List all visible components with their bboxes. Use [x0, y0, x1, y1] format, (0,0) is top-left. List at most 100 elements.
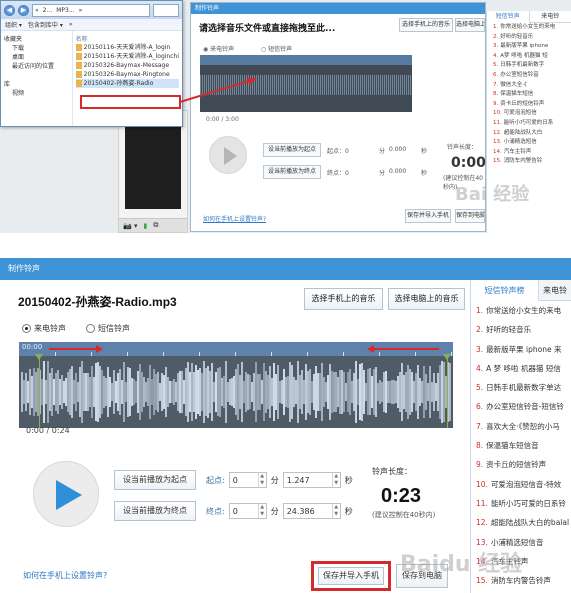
nav-libraries[interactable]: 库	[4, 80, 69, 89]
file-item[interactable]: 20150116-天天爱消除-A_login	[75, 43, 179, 52]
mini-radio-ringtone[interactable]: ◉ 来电铃声	[203, 44, 234, 53]
battery-icon: ▮	[143, 221, 148, 230]
ringtone-list-item[interactable]: 11. 能听小巧可爱的日系铃	[471, 494, 571, 513]
ringtone-list-item[interactable]: 8. 保温猫车短信音	[471, 436, 571, 455]
help-set-ringtone-link[interactable]: 如何在手机上设置铃声?	[23, 570, 107, 581]
start-marker-line[interactable]	[39, 354, 40, 428]
select-pc-music-button[interactable]: 选择电脑上的音乐	[388, 288, 465, 310]
mini-end-sec-unit: 秒	[421, 170, 428, 177]
mini-end-sec-input[interactable]: 0.000	[389, 168, 406, 175]
mini-play-button[interactable]	[209, 136, 247, 174]
unit-sec: 秒	[344, 475, 353, 485]
radio-sms-tone[interactable]: 短信铃声	[86, 323, 130, 334]
screen-copy-icon[interactable]: ⧉	[153, 221, 158, 230]
breadcrumb[interactable]: « 2... MP3... »	[32, 3, 150, 17]
mini-ringtone-item[interactable]: 9. 资卡丘的短信铃声	[487, 100, 571, 110]
camera-icon[interactable]: 📷 ▾	[123, 222, 137, 230]
mini-start-label: 起点：0	[327, 148, 349, 155]
mini-ringtone-item[interactable]: 7. 微信大全·《	[487, 81, 571, 91]
audio-file-icon	[75, 44, 82, 51]
mini-ringtone-item[interactable]: 3. 最新版苹果 iphone	[487, 42, 571, 52]
ringtone-list-item[interactable]: 3. 最新版苹果 iphone 来	[471, 340, 571, 359]
select-phone-music-button[interactable]: 选择手机上的音乐	[304, 288, 383, 310]
nav-recent[interactable]: 最近访问的位置	[4, 62, 69, 71]
mini-set-start-button[interactable]: 设当前播放为起点	[263, 143, 321, 157]
stepper-icon[interactable]: ▲ ▼	[331, 504, 340, 518]
save-to-phone-button[interactable]: 保存并导入手机	[318, 567, 384, 585]
mini-ringtone-item[interactable]: 1. 你常送给小女生的来电	[487, 23, 571, 33]
stepper-icon[interactable]: ▲ ▼	[331, 473, 340, 487]
forward-icon[interactable]: ▶	[18, 4, 29, 16]
back-icon[interactable]: ◀	[4, 4, 15, 16]
mini-ringtone-item[interactable]: 5. 日韩手机最新数字	[487, 61, 571, 71]
end-label: 终点:	[206, 506, 225, 516]
mini-waveform-area[interactable]	[200, 55, 412, 112]
mini-save-to-pc-button[interactable]: 保存到电脑	[455, 209, 485, 223]
mini-ringtone-item[interactable]: 8. 保温猫车短信	[487, 90, 571, 100]
end-marker-line[interactable]	[447, 354, 448, 428]
file-item[interactable]: 20150326-Baymax-Message	[75, 61, 179, 70]
ringtone-list-item[interactable]: 1. 你常送给小女生的来电	[471, 301, 571, 320]
end-marker-handle[interactable]	[443, 354, 451, 360]
play-button[interactable]	[33, 461, 99, 527]
mini-set-end-button[interactable]: 设当前播放为终点	[263, 165, 321, 179]
mini-radio-sms[interactable]: ○ 短信铃声	[261, 44, 292, 53]
end-min-input[interactable]: 0 ▲ ▼	[228, 503, 267, 519]
nav-favorites[interactable]: 收藏夹	[4, 35, 69, 44]
mini-ringtone-item[interactable]: 11. 能听小巧可爱的日系	[487, 119, 571, 129]
file-item[interactable]: 20150326-Baymax-Ringtone	[75, 70, 179, 79]
stepper-icon[interactable]: ▲ ▼	[257, 504, 266, 518]
mini-ringtone-item[interactable]: 2. 好听的轻音乐	[487, 33, 571, 43]
ringtone-list-item[interactable]: 2. 好听的轻音乐	[471, 320, 571, 339]
mini-end-label: 终点：0	[327, 170, 349, 177]
radio-ringtone[interactable]: 来电铃声	[22, 323, 66, 334]
ringtone-list-item[interactable]: 7. 喜欢大全·《赞恕的小马	[471, 417, 571, 436]
radio-unchecked-icon	[86, 324, 95, 333]
mini-ringtone-item[interactable]: 15. 消防车内警告铃	[487, 157, 571, 167]
tab-sms-chart[interactable]: 短信铃声榜	[471, 280, 539, 301]
mini-tab-call[interactable]: 来电铃	[529, 11, 571, 23]
mini-start-sec-input[interactable]: 0.000	[389, 146, 406, 153]
mini-ringtone-item[interactable]: 10. 可爱泡泡短信	[487, 109, 571, 119]
ringtone-list-item[interactable]: 9. 资卡丘的短信铃声	[471, 455, 571, 474]
ringtone-list-item[interactable]: 5. 日韩手机最新数字单达	[471, 378, 571, 397]
stepper-icon[interactable]: ▲ ▼	[257, 473, 266, 487]
ringtone-list-item[interactable]: 10. 可爱泡泡短信音-特效	[471, 475, 571, 494]
explorer-search-input[interactable]	[153, 3, 179, 17]
mini-ringtone-item[interactable]: 13. 小浦精选短信	[487, 138, 571, 148]
start-point-row: 设当前播放为起点 起点: 0 ▲ ▼ 分 1.247 ▲ ▼ 秒	[114, 470, 353, 490]
nav-videos[interactable]: 视频	[4, 89, 69, 98]
nav-downloads[interactable]: 下载	[4, 44, 69, 53]
column-header-name[interactable]: 名称	[76, 34, 179, 43]
mini-select-pc-music-button[interactable]: 选择电脑上的音乐	[455, 18, 485, 32]
more-menu[interactable]: »	[69, 21, 73, 28]
ringtone-length-hint: (建议控制在40秒内)	[372, 511, 436, 519]
ringtone-length-label: 铃声长度：	[372, 467, 412, 476]
file-item[interactable]: 20150116-天天爱消除-A_loginchi	[75, 52, 179, 61]
start-marker-handle[interactable]	[35, 354, 43, 360]
include-library-menu[interactable]: 包含到库中 ▾	[28, 20, 63, 29]
ringtone-maker-window: 制作铃声 20150402-孙燕姿-Radio.mp3 选择手机上的音乐 选择电…	[0, 258, 571, 593]
mini-help-link[interactable]: 如何在手机上设置铃声?	[203, 214, 266, 223]
mini-save-to-phone-button[interactable]: 保存并导入手机	[405, 209, 451, 223]
ringtone-list-item[interactable]: 4. A 梦 哆啦 机器猫 短信	[471, 359, 571, 378]
set-end-button[interactable]: 设当前播放为终点	[114, 501, 196, 521]
file-item-selected[interactable]: 20150402-孙燕姿-Radio	[75, 79, 179, 88]
set-start-button[interactable]: 设当前播放为起点	[114, 470, 196, 490]
tab-call-chart[interactable]: 来电铃	[539, 280, 571, 301]
waveform-editor[interactable]: 00:00	[19, 342, 453, 428]
mini-ringtone-item[interactable]: 4. A梦 哆啦 机器猫 短	[487, 52, 571, 62]
end-sec-input[interactable]: 24.386 ▲ ▼	[282, 503, 341, 519]
mini-ringtone-item[interactable]: 14. 汽车主铃声	[487, 148, 571, 158]
ringtone-list-item[interactable]: 6. 办公室短信铃音-短信铃	[471, 397, 571, 416]
mini-ringtone-item[interactable]: 12. 超能陆战队大白	[487, 129, 571, 139]
mini-select-phone-music-button[interactable]: 选择手机上的音乐	[399, 18, 453, 32]
start-sec-input[interactable]: 1.247 ▲ ▼	[282, 472, 341, 488]
organize-menu[interactable]: 组织 ▾	[5, 20, 22, 29]
start-min-input[interactable]: 0 ▲ ▼	[228, 472, 267, 488]
ringtone-list-item[interactable]: 12. 超能陆战队大白的balal	[471, 513, 571, 532]
mini-ringtone-item[interactable]: 6. 办公室短信铃音	[487, 71, 571, 81]
mini-tab-sms[interactable]: 短信铃声	[487, 11, 530, 23]
mini-length-label: 铃声长度：	[447, 144, 478, 151]
nav-desktop[interactable]: 桌面	[4, 53, 69, 62]
